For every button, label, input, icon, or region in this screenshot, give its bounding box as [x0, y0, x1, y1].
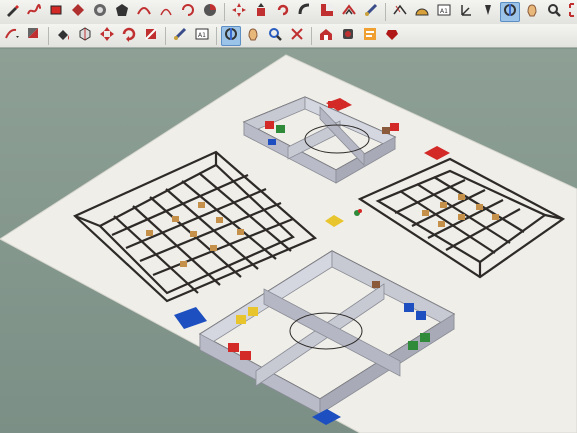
arc-tool-icon — [136, 2, 152, 22]
zoom-tool-icon — [546, 2, 562, 22]
two-point-arc-button[interactable] — [156, 2, 176, 22]
polygon-tool-icon — [114, 2, 130, 22]
layout-button[interactable] — [360, 26, 380, 46]
toolbar-separator — [224, 3, 225, 21]
axes-tool-button[interactable] — [456, 2, 476, 22]
zoom-tool-button[interactable] — [544, 2, 564, 22]
svg-text:A1: A1 — [198, 32, 206, 39]
tape-measure-button[interactable] — [361, 2, 381, 22]
zoom-extents-small-icon — [289, 26, 305, 46]
hand-pan-icon — [245, 26, 261, 46]
dimension-tool-button[interactable] — [390, 2, 410, 22]
circle-tool-icon — [92, 2, 108, 22]
rotate-arrows-button[interactable] — [119, 26, 139, 46]
move-tool-button[interactable] — [229, 2, 249, 22]
line-dropdown-button[interactable] — [2, 26, 22, 46]
scale-box-button[interactable] — [141, 26, 161, 46]
orbit-tool-button[interactable] — [500, 2, 520, 22]
layout-icon — [362, 26, 378, 46]
orbit-active-icon — [223, 26, 239, 46]
rectangle-tool-icon — [48, 2, 64, 22]
polygon-tool-button[interactable] — [112, 2, 132, 22]
pan-tool-button[interactable] — [522, 2, 542, 22]
scale-box-icon — [143, 26, 159, 46]
push-pull-icon — [253, 2, 269, 22]
axes-tool-icon — [458, 2, 474, 22]
extension-button[interactable] — [338, 26, 358, 46]
rotate-tool-icon — [275, 2, 291, 22]
arc-tool-button[interactable] — [134, 2, 154, 22]
ruby-button[interactable] — [382, 26, 402, 46]
line-dropdown-icon — [4, 26, 20, 46]
zoom-extents-icon — [568, 2, 577, 22]
dimension-tool-icon — [392, 2, 408, 22]
tape-measure-icon — [363, 2, 379, 22]
push-pull-button[interactable] — [251, 2, 271, 22]
move-tool-icon — [231, 2, 247, 22]
3d-text-button[interactable] — [478, 2, 498, 22]
rotate-tool-button[interactable] — [273, 2, 293, 22]
two-point-arc-icon — [158, 2, 174, 22]
scale-tool-icon — [319, 2, 335, 22]
paint-bucket-button[interactable] — [53, 26, 73, 46]
pie-tool-button[interactable] — [200, 2, 220, 22]
zoom-extents-button[interactable] — [566, 2, 577, 22]
warehouse-icon — [318, 26, 334, 46]
follow-me-button[interactable] — [295, 2, 315, 22]
tape-measure-small-icon — [172, 26, 188, 46]
svg-text:A1: A1 — [440, 8, 448, 15]
text-tool-icon: A1 — [436, 2, 452, 22]
three-point-arc-button[interactable] — [178, 2, 198, 22]
extension-icon — [340, 26, 356, 46]
circle-tool-button[interactable] — [90, 2, 110, 22]
toolbar-separator — [216, 26, 217, 45]
ruby-icon — [384, 26, 400, 46]
component-button[interactable] — [75, 26, 95, 46]
freehand-tool-icon — [26, 2, 42, 22]
rotate-arrows-icon — [121, 26, 137, 46]
toolbar-secondary: A1 — [0, 24, 577, 48]
toolbar-separator — [385, 3, 386, 21]
3d-viewport[interactable] — [0, 49, 577, 433]
pencil-tool-button[interactable] — [2, 2, 22, 22]
offset-tool-button[interactable] — [339, 2, 359, 22]
pan-tool-icon — [524, 2, 540, 22]
zoom-small-icon — [267, 26, 283, 46]
rotated-rectangle-icon — [70, 2, 86, 22]
zoom-extents-small-button[interactable] — [287, 26, 307, 46]
component-icon — [77, 26, 93, 46]
move-arrows-button[interactable] — [97, 26, 117, 46]
freehand-tool-button[interactable] — [24, 2, 44, 22]
three-point-arc-icon — [180, 2, 196, 22]
text-label-button[interactable]: A1 — [192, 26, 212, 46]
toolbar-separator — [48, 26, 49, 45]
protractor-button[interactable] — [412, 2, 432, 22]
orbit-active-button[interactable] — [221, 25, 241, 46]
toolbar-separator — [311, 26, 312, 45]
toolbar-separator — [165, 26, 166, 45]
text-tool-button[interactable]: A1 — [434, 2, 454, 22]
rectangle-tool-button[interactable] — [46, 2, 66, 22]
hand-pan-button[interactable] — [243, 26, 263, 46]
text-label-icon: A1 — [194, 26, 210, 46]
protractor-icon — [414, 2, 430, 22]
follow-me-icon — [297, 2, 313, 22]
warehouse-button[interactable] — [316, 26, 336, 46]
material-dropdown-icon — [26, 26, 42, 46]
material-dropdown-button[interactable] — [24, 26, 44, 46]
offset-tool-icon — [341, 2, 357, 22]
zoom-small-button[interactable] — [265, 26, 285, 46]
orbit-tool-icon — [502, 2, 518, 22]
move-arrows-icon — [99, 26, 115, 46]
scale-tool-button[interactable] — [317, 2, 337, 22]
pencil-tool-icon — [4, 2, 20, 22]
paint-bucket-icon — [55, 26, 71, 46]
toolbar-primary: A1 — [0, 0, 577, 24]
tape-measure-small-button[interactable] — [170, 26, 190, 46]
board-scene[interactable] — [0, 49, 577, 433]
3d-text-icon — [480, 2, 496, 22]
pie-tool-icon — [202, 2, 218, 22]
rotated-rectangle-button[interactable] — [68, 2, 88, 22]
